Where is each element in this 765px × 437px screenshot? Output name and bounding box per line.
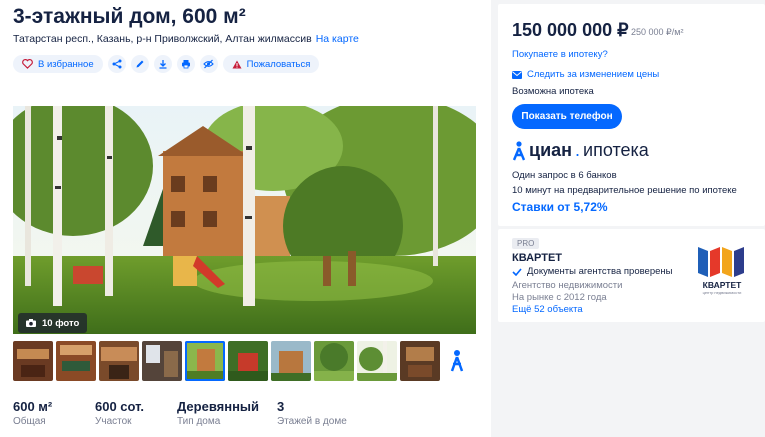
rates-link[interactable]: Ставки от 5,72%	[512, 200, 608, 214]
brand-word-2: ипотека	[583, 140, 649, 160]
thumbnail[interactable]	[142, 341, 182, 381]
verified-row: Документы агентства проверены	[512, 266, 672, 277]
price-card: 150 000 000 ₽ 250 000 ₽/м² Покупаете в и…	[498, 4, 765, 226]
agency-logo-subtext: центр недвижимости	[703, 290, 742, 295]
photo-count-badge[interactable]: 10 фото	[18, 313, 88, 333]
stat-label: Тип дома	[177, 416, 221, 427]
action-bar: В избранное Пожаловаться	[13, 55, 320, 73]
pencil-icon	[136, 60, 144, 68]
thumbnail-strip	[13, 341, 471, 381]
stat-value: 600 м²	[13, 399, 53, 414]
thumbnail[interactable]	[314, 341, 354, 381]
main-photo[interactable]	[13, 106, 476, 334]
mortgage-possible: Возможна ипотека	[512, 86, 594, 97]
price: 150 000 000 ₽	[512, 20, 629, 40]
thumbnail[interactable]	[357, 341, 397, 381]
share-icon	[112, 59, 122, 69]
agency-type: Агентство недвижимости	[512, 280, 623, 291]
more-photos-button[interactable]	[443, 341, 471, 381]
stat-value: Деревянный	[177, 399, 260, 414]
stat-area: 600 м² Общая	[13, 399, 95, 427]
agency-logo[interactable]: КВАРТЕТ центр недвижимости	[694, 243, 754, 295]
more-objects-link[interactable]: Ещё 52 объекта	[512, 304, 583, 315]
stat-label: Этажей в доме	[277, 416, 347, 427]
agency-since: На рынке с 2012 года	[512, 292, 607, 303]
address-text: Татарстан респ., Казань, р-н Приволжский…	[13, 33, 312, 45]
photo-count-label: 10 фото	[42, 317, 80, 329]
report-button[interactable]: Пожаловаться	[222, 55, 320, 73]
follow-price-label: Следить за изменением цены	[527, 69, 660, 80]
mail-icon	[512, 70, 522, 79]
house-photo-image	[13, 106, 476, 334]
verified-text: Документы агентства проверены	[527, 266, 673, 277]
stat-label: Общая	[13, 416, 46, 427]
stat-value: 3	[277, 399, 285, 414]
cian-logo-icon	[512, 140, 526, 160]
cian-mortgage-logo[interactable]: циан. ипотека	[512, 140, 649, 161]
follow-price-link[interactable]: Следить за изменением цены	[512, 69, 659, 80]
stats-row: 600 м² Общая 600 сот. Участок Деревянный…	[13, 399, 367, 427]
thumbnail[interactable]	[400, 341, 440, 381]
stat-value: 600 сот.	[95, 399, 144, 414]
agency-name[interactable]: КВАРТЕТ	[512, 252, 562, 264]
page-title: 3-этажный дом, 600 м²	[13, 5, 246, 28]
pro-badge: PRO	[512, 238, 540, 249]
thumbnail-active[interactable]	[185, 341, 225, 381]
show-phone-button[interactable]: Показать телефон	[512, 104, 622, 129]
favorite-label: В избранное	[38, 58, 94, 70]
mortgage-link[interactable]: Покупаете в ипотеку?	[512, 49, 608, 60]
map-link[interactable]: На карте	[316, 33, 359, 45]
favorite-button[interactable]: В избранное	[13, 55, 103, 73]
checkmark-icon	[512, 267, 522, 276]
address: Татарстан респ., Казань, р-н Приволжский…	[13, 33, 359, 45]
panorama-icon	[450, 350, 464, 372]
brand-word-1: циан	[529, 140, 573, 160]
listing-main: 3-этажный дом, 600 м² Татарстан респ., К…	[0, 0, 491, 437]
thumbnail[interactable]	[271, 341, 311, 381]
price-per-m2: 250 000 ₽/м²	[631, 27, 684, 37]
hide-button[interactable]	[199, 55, 218, 73]
agent-card: PRO КВАРТЕТ Документы агентства проверен…	[498, 229, 765, 322]
edit-button[interactable]	[130, 55, 149, 73]
print-button[interactable]	[176, 55, 195, 73]
warning-icon	[232, 60, 242, 68]
banks-text: Один запрос в 6 банков	[512, 170, 617, 181]
thumbnail[interactable]	[13, 341, 53, 381]
eye-off-icon	[203, 59, 214, 69]
download-button[interactable]	[153, 55, 172, 73]
stat-plot: 600 сот. Участок	[95, 399, 177, 427]
camera-icon	[26, 319, 36, 327]
share-button[interactable]	[107, 55, 126, 73]
thumbnail[interactable]	[99, 341, 139, 381]
printer-icon	[181, 60, 190, 69]
stat-house-type: Деревянный Тип дома	[177, 399, 277, 427]
stat-floors: 3 Этажей в доме	[277, 399, 367, 427]
stat-label: Участок	[95, 416, 132, 427]
agency-logo-text: КВАРТЕТ	[703, 280, 742, 290]
decision-text: 10 минут на предварительное решение по и…	[512, 185, 737, 196]
thumbnail[interactable]	[56, 341, 96, 381]
heart-icon	[22, 59, 33, 69]
report-label: Пожаловаться	[246, 58, 311, 70]
download-icon	[159, 60, 167, 69]
thumbnail[interactable]	[228, 341, 268, 381]
